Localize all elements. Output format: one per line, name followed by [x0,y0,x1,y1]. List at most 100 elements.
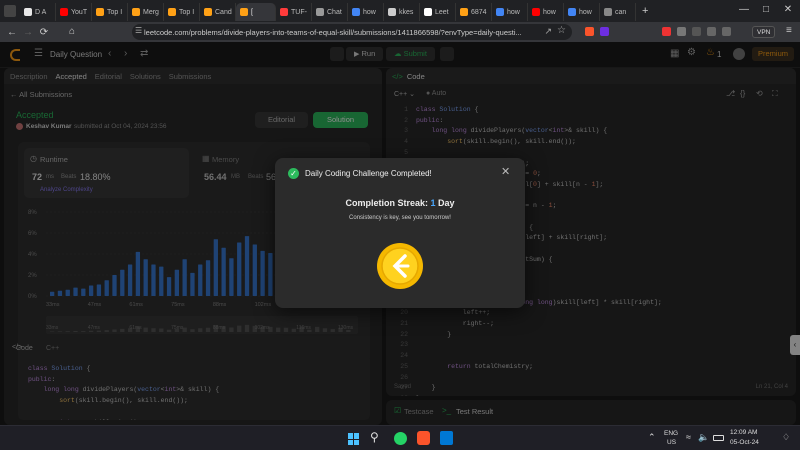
modal-message: Consistency is key, see you tomorrow! [349,215,451,221]
forward-icon[interactable]: → [20,27,36,38]
wallet-icon[interactable] [707,27,716,36]
vpn-label: VPN [757,29,771,36]
brave-browser-icon[interactable] [417,431,430,445]
browser-tab[interactable]: YouT [56,3,92,21]
clock-time[interactable]: 12:09 AM [730,429,757,436]
back-icon[interactable]: ← [4,27,20,38]
extension-puzzle-icon[interactable] [677,27,686,36]
tab-title: how [363,8,376,16]
tab-title: [ [251,8,253,16]
tab-list-icon[interactable] [4,5,16,17]
tab-title: can [615,8,627,16]
notification-bell-icon[interactable]: ♢ [782,432,790,443]
brave-shield-icon[interactable] [585,27,594,36]
tab-title: D A [35,8,47,16]
tab-title: Top I [179,8,195,16]
language-bottom[interactable]: US [667,439,676,446]
tab-favicon-icon [60,8,68,16]
tab-title: Chat [327,8,342,16]
tab-favicon-icon [204,8,212,16]
bookmark-icon[interactable]: ☆ [557,25,566,36]
sidebar-icon[interactable] [692,27,701,36]
tab-favicon-icon [316,8,324,16]
tab-title: how [507,8,520,16]
browser-tab[interactable]: kkes [384,3,420,21]
reload-icon[interactable]: ⟳ [36,27,52,38]
tab-favicon-icon [24,8,32,16]
browser-tab[interactable]: Cand [200,3,236,21]
check-circle-icon: ✓ [288,168,299,179]
tab-favicon-icon [460,8,468,16]
wifi-icon[interactable]: ≈ [686,432,691,442]
tab-favicon-icon [388,8,396,16]
tab-title: Top I [107,8,123,16]
home-icon[interactable]: ⌂ [64,26,80,37]
url-text[interactable]: leetcode.com/problems/divide-players-int… [144,28,544,37]
browser-tab[interactable]: Top I [164,3,200,21]
search-icon[interactable]: ⚲ [370,430,379,444]
battery-icon[interactable] [713,435,724,441]
vpn-button[interactable]: VPN [752,26,776,38]
tab-favicon-icon [280,8,288,16]
tray-chevron-icon[interactable]: ⌃ [648,432,656,443]
tab-title: YouT [71,8,88,16]
browser-tab[interactable]: Merg [128,3,164,21]
browser-tab[interactable]: Leet [420,3,456,21]
tab-favicon-icon [352,8,360,16]
browser-tab[interactable]: 6874 [456,3,492,21]
browser-tab[interactable]: how [528,3,564,21]
browser-tab[interactable]: can [600,3,636,21]
browser-tab[interactable]: TUF- [276,3,312,21]
tab-title: Cand [215,8,232,16]
tab-title: 6874 [471,8,487,16]
tab-title: TUF- [291,8,307,16]
tab-favicon-icon [132,8,140,16]
rewards-icon[interactable] [600,27,609,36]
tab-favicon-icon [424,8,432,16]
close-icon[interactable]: ✕ [501,165,510,178]
menu-icon[interactable]: ≡ [786,25,792,36]
tab-favicon-icon [568,8,576,16]
browser-tab[interactable]: Top I [92,3,128,21]
volume-icon[interactable]: 🔈 [698,432,709,443]
browser-tab[interactable]: how [348,3,384,21]
close-window-icon[interactable]: ✕ [776,4,800,15]
streak-value: 1 [430,198,436,208]
share-icon[interactable]: ↗ [544,26,552,37]
modal-title: Daily Coding Challenge Completed! [305,169,432,178]
streak-line: Completion Streak: 1 Day [275,198,525,208]
address-bar[interactable]: ☰ leetcode.com/problems/divide-players-i… [132,24,572,40]
whatsapp-icon[interactable] [394,432,407,445]
tab-title: how [579,8,592,16]
minimize-icon[interactable]: — [732,4,756,15]
daily-challenge-modal: ✓ Daily Coding Challenge Completed! ✕ Co… [275,158,525,308]
tab-title: kkes [399,8,414,16]
vscode-icon[interactable] [440,431,453,445]
windows-start-icon[interactable] [348,433,360,445]
browser-tab-strip: D A YouT Top I Merg Top I Cand [ TUF- Chat how kke… [0,0,800,22]
streak-label: Completion Streak: [345,198,428,208]
browser-tab[interactable]: how [492,3,528,21]
tab-title: Leet [435,8,449,16]
windows-taskbar: ⚲ ⌃ ENG US ≈ 🔈 12:09 AM 05-Oct-24 ♢ [0,425,800,450]
tab-favicon-icon [240,8,248,16]
browser-tab[interactable]: [ [236,3,276,21]
tab-favicon-icon [604,8,612,16]
maximize-icon[interactable]: □ [754,4,778,15]
browser-toolbar: ← → ⟳ ⌂ ☰ leetcode.com/problems/divide-p… [0,22,800,42]
extension-red-icon[interactable] [662,27,671,36]
tab-title: how [543,8,556,16]
tab-favicon-icon [96,8,104,16]
browser-tab[interactable]: how [564,3,600,21]
tab-favicon-icon [168,8,176,16]
language-top[interactable]: ENG [664,430,678,437]
leetcode-coin-icon [377,243,423,289]
browser-tab[interactable]: Chat [312,3,348,21]
site-info-icon[interactable]: ☰ [135,26,142,35]
downloads-icon[interactable] [722,27,731,36]
clock-date[interactable]: 05-Oct-24 [730,439,759,446]
tab-favicon-icon [496,8,504,16]
new-tab-button[interactable]: + [642,5,648,17]
browser-tab[interactable]: D A [20,3,56,21]
tab-favicon-icon [532,8,540,16]
